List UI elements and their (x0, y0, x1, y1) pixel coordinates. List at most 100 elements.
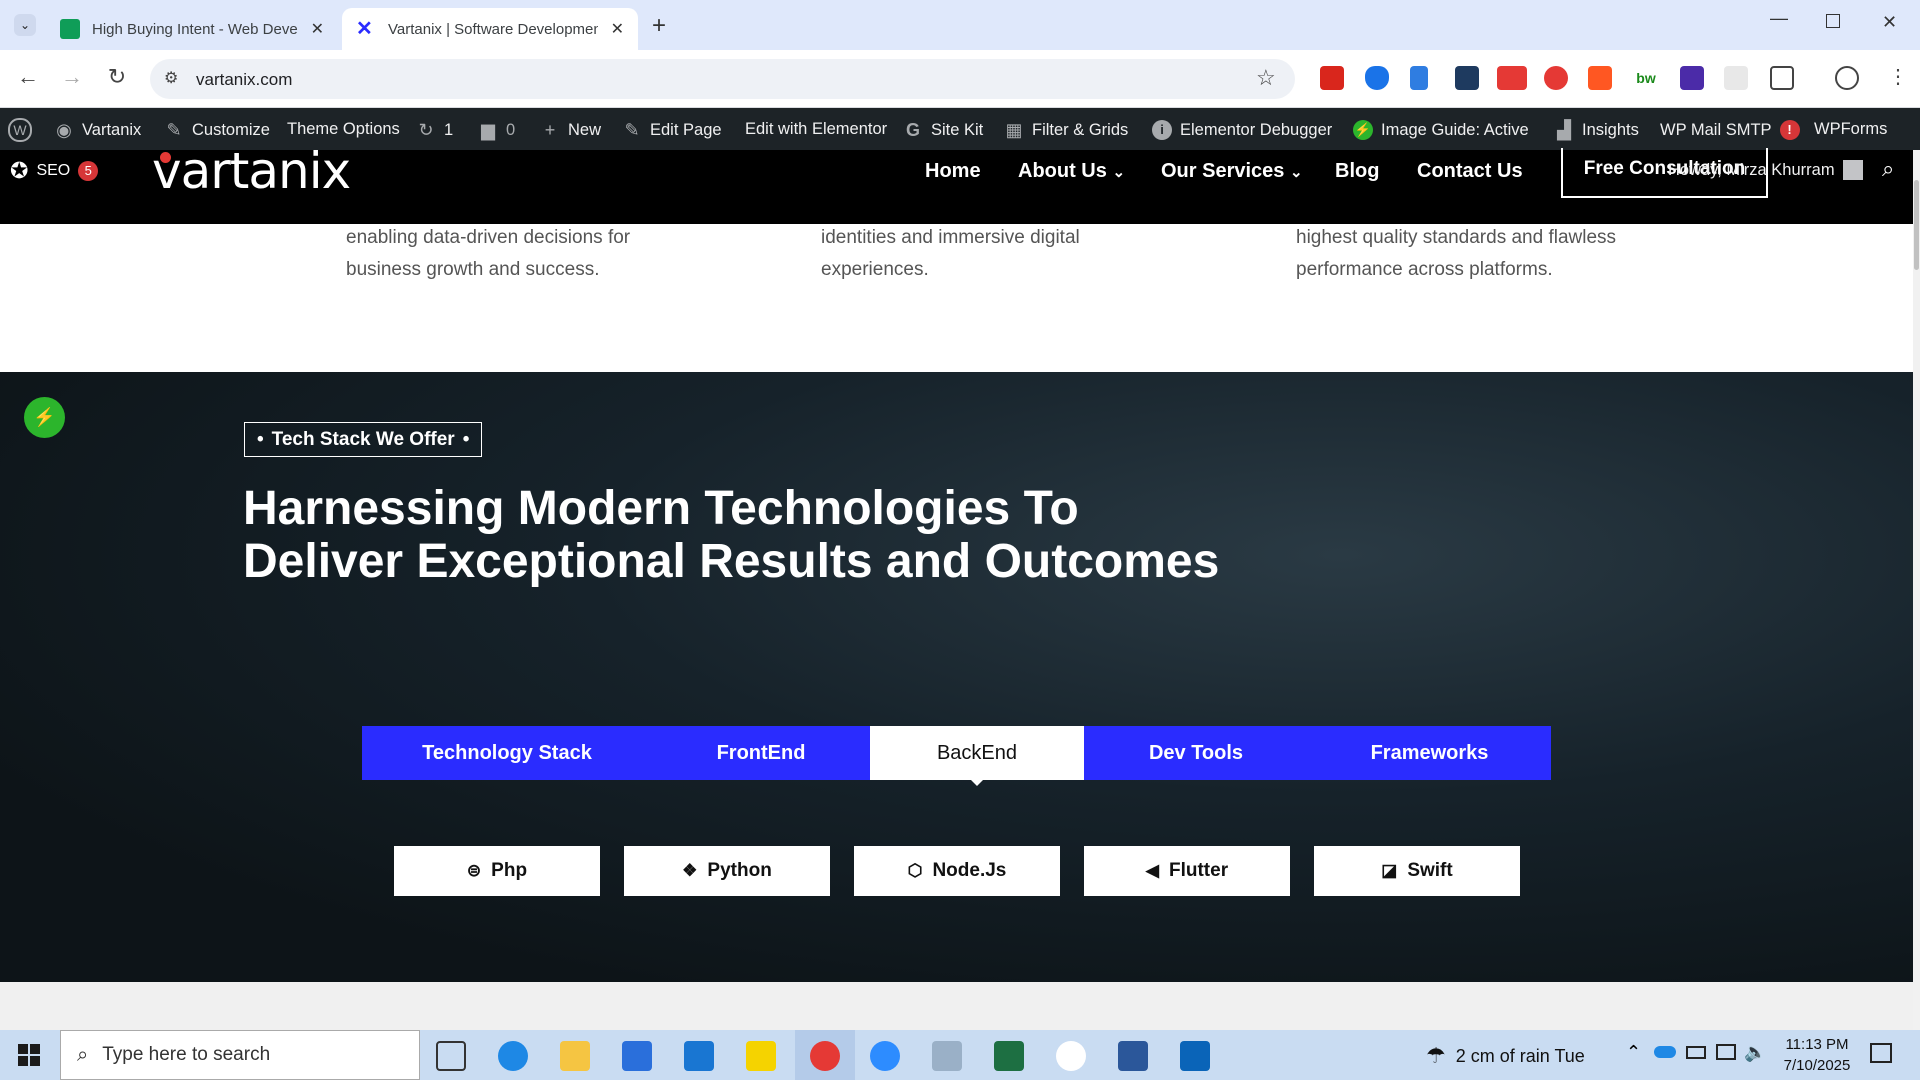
zoom-icon[interactable] (870, 1041, 900, 1071)
site-logo-text: vartanix (152, 142, 351, 200)
wp-howdy-account[interactable]: Howdy, Mirza Khurram (1668, 160, 1863, 180)
tech-chip[interactable]: ⊜ Php (394, 846, 600, 896)
edge-icon[interactable] (498, 1041, 528, 1071)
store-icon[interactable] (622, 1041, 652, 1071)
tab-title: High Buying Intent - Web Deve (92, 20, 298, 38)
wp-insights-link[interactable]: ▟ Insights (1554, 120, 1639, 140)
weather-widget[interactable]: ☂ 2 cm of rain Tue (1426, 1043, 1585, 1069)
wordpress-logo-icon[interactable]: W (8, 118, 40, 142)
slack-icon[interactable] (1056, 1041, 1086, 1071)
wp-site-link[interactable]: ◉ Vartanix (54, 120, 141, 140)
nav-contact-us[interactable]: Contact Us (1417, 160, 1523, 183)
site-logo[interactable]: vartanix (152, 142, 351, 200)
page-scrollbar[interactable] (1913, 150, 1920, 1030)
new-badge-extension-icon[interactable] (1497, 66, 1527, 90)
extensions-puzzle-icon[interactable] (1770, 66, 1794, 90)
windows-start-icon[interactable] (18, 1044, 40, 1066)
nav-home[interactable]: Home (925, 160, 981, 183)
browser-menu-icon[interactable]: ⋮ (1888, 64, 1908, 89)
grid-icon: ▦ (1005, 120, 1023, 140)
wp-updates-link[interactable]: ↻ 1 (416, 120, 453, 140)
pokeball-extension-icon[interactable] (1544, 66, 1568, 90)
orange-extension-icon[interactable] (1588, 66, 1612, 90)
wp-mail-smtp-link[interactable]: WP Mail SMTP! (1660, 120, 1800, 140)
wp-seo-link[interactable]: ✪ SEO 5 (10, 158, 99, 184)
file-explorer-icon[interactable] (560, 1041, 590, 1071)
tab-frontend[interactable]: FrontEnd (652, 726, 870, 780)
onedrive-icon[interactable] (1654, 1046, 1676, 1058)
wp-theme-options-link[interactable]: Theme Options (287, 120, 400, 139)
bw-extension-icon[interactable]: bw (1634, 66, 1658, 90)
browser-tab-spreadsheet[interactable]: High Buying Intent - Web Deve ✕ (46, 8, 338, 50)
nav-blog[interactable]: Blog (1335, 160, 1379, 183)
address-bar[interactable]: ⚙ vartanix.com ☆ (150, 59, 1295, 99)
battery-icon[interactable] (1686, 1046, 1706, 1059)
wp-new-link[interactable]: + New (540, 120, 601, 140)
back-icon[interactable]: ← (14, 64, 42, 90)
notifications-icon[interactable] (1870, 1043, 1892, 1063)
close-tab-icon[interactable]: ✕ (311, 19, 324, 39)
active-tab-pointer (970, 779, 984, 786)
wp-image-guide-link[interactable]: ⚡ Image Guide: Active (1353, 120, 1529, 140)
nav-our-services[interactable]: Our Services ⌄ (1161, 160, 1303, 183)
grad-cap-extension-icon[interactable] (1680, 66, 1704, 90)
wp-site-kit-link[interactable]: G Site Kit (903, 120, 983, 140)
site-info-icon[interactable]: ⚙ (164, 68, 178, 88)
lightning-float-icon[interactable]: ⚡ (24, 397, 65, 438)
tab-backend[interactable]: BackEnd (870, 726, 1084, 780)
weather-text: 2 cm of rain Tue (1455, 1045, 1585, 1066)
shield-extension-icon[interactable] (1365, 66, 1389, 90)
wp-wpforms-link[interactable]: WPForms (1814, 120, 1887, 139)
blank-extension-icon[interactable] (1724, 66, 1748, 90)
volume-muted-icon[interactable]: 🔈 (1744, 1042, 1766, 1063)
tech-chip[interactable]: ◪ Swift (1314, 846, 1520, 896)
page-bottom-area (0, 982, 1920, 1030)
sticky-notes-icon[interactable] (746, 1041, 776, 1071)
search-placeholder: Type here to search (102, 1044, 271, 1065)
browser-tab-vartanix[interactable]: ✕ Vartanix | Software Developmen ✕ (342, 8, 638, 50)
wp-comments-link[interactable]: ▆ 0 (478, 120, 515, 140)
wp-site-label: Vartanix (82, 120, 142, 139)
wp-customize-link[interactable]: ✎ Customize (164, 120, 270, 140)
wp-debugger-link[interactable]: i Elementor Debugger (1152, 120, 1332, 140)
notepad-icon[interactable] (932, 1041, 962, 1071)
restore-icon[interactable] (1826, 14, 1840, 28)
avatar (1842, 160, 1863, 180)
mail-icon[interactable] (684, 1041, 714, 1071)
word-icon[interactable] (1118, 1041, 1148, 1071)
tab-search-chevron-icon[interactable]: ⌄ (14, 14, 36, 36)
scrollbar-thumb[interactable] (1914, 180, 1919, 270)
folder-extension-icon[interactable] (1455, 66, 1479, 90)
card-text: identities and immersive digital experien… (821, 222, 1080, 286)
tech-chip[interactable]: ◀ Flutter (1084, 846, 1290, 896)
chevron-down-icon: ⌄ (1112, 164, 1126, 181)
outlook-icon[interactable] (1180, 1041, 1210, 1071)
nav-about-us[interactable]: About Us ⌄ (1018, 160, 1125, 183)
new-tab-button[interactable]: + (652, 12, 666, 40)
wp-edit-page-link[interactable]: ✎ Edit Page (622, 120, 721, 140)
tech-chip[interactable]: ⬡ Node.Js (854, 846, 1060, 896)
bookmark-star-icon[interactable]: ☆ (1256, 65, 1276, 91)
forward-icon[interactable]: → (58, 64, 86, 90)
clock[interactable]: 11:13 PM 7/10/2025 (1774, 1034, 1860, 1076)
wp-edit-elementor-link[interactable]: Edit with Elementor (745, 120, 887, 139)
minimize-icon[interactable]: — (1770, 8, 1788, 29)
close-tab-icon[interactable]: ✕ (611, 19, 624, 39)
chrome-active-slot[interactable] (795, 1030, 855, 1080)
document-extension-icon[interactable] (1410, 66, 1428, 90)
tech-chip[interactable]: ❖ Python (624, 846, 830, 896)
close-window-icon[interactable]: ✕ (1882, 12, 1897, 33)
excel-icon[interactable] (994, 1041, 1024, 1071)
wp-filter-grids-link[interactable]: ▦ Filter & Grids (1004, 120, 1128, 140)
tab-dev-tools[interactable]: Dev Tools (1084, 726, 1308, 780)
tab-technology-stack[interactable]: Technology Stack (362, 726, 652, 780)
taskbar-search-box[interactable]: ⌕ Type here to search (60, 1030, 420, 1080)
search-icon[interactable]: ⌕ (1882, 156, 1894, 182)
reload-icon[interactable]: ↻ (103, 64, 131, 90)
chevron-up-icon[interactable]: ⌃ (1626, 1042, 1641, 1063)
network-icon[interactable] (1716, 1044, 1736, 1060)
profile-icon[interactable] (1835, 66, 1859, 90)
tab-frameworks[interactable]: Frameworks (1308, 726, 1551, 780)
task-view-icon[interactable] (436, 1041, 466, 1071)
pdf-extension-icon[interactable] (1320, 66, 1344, 90)
